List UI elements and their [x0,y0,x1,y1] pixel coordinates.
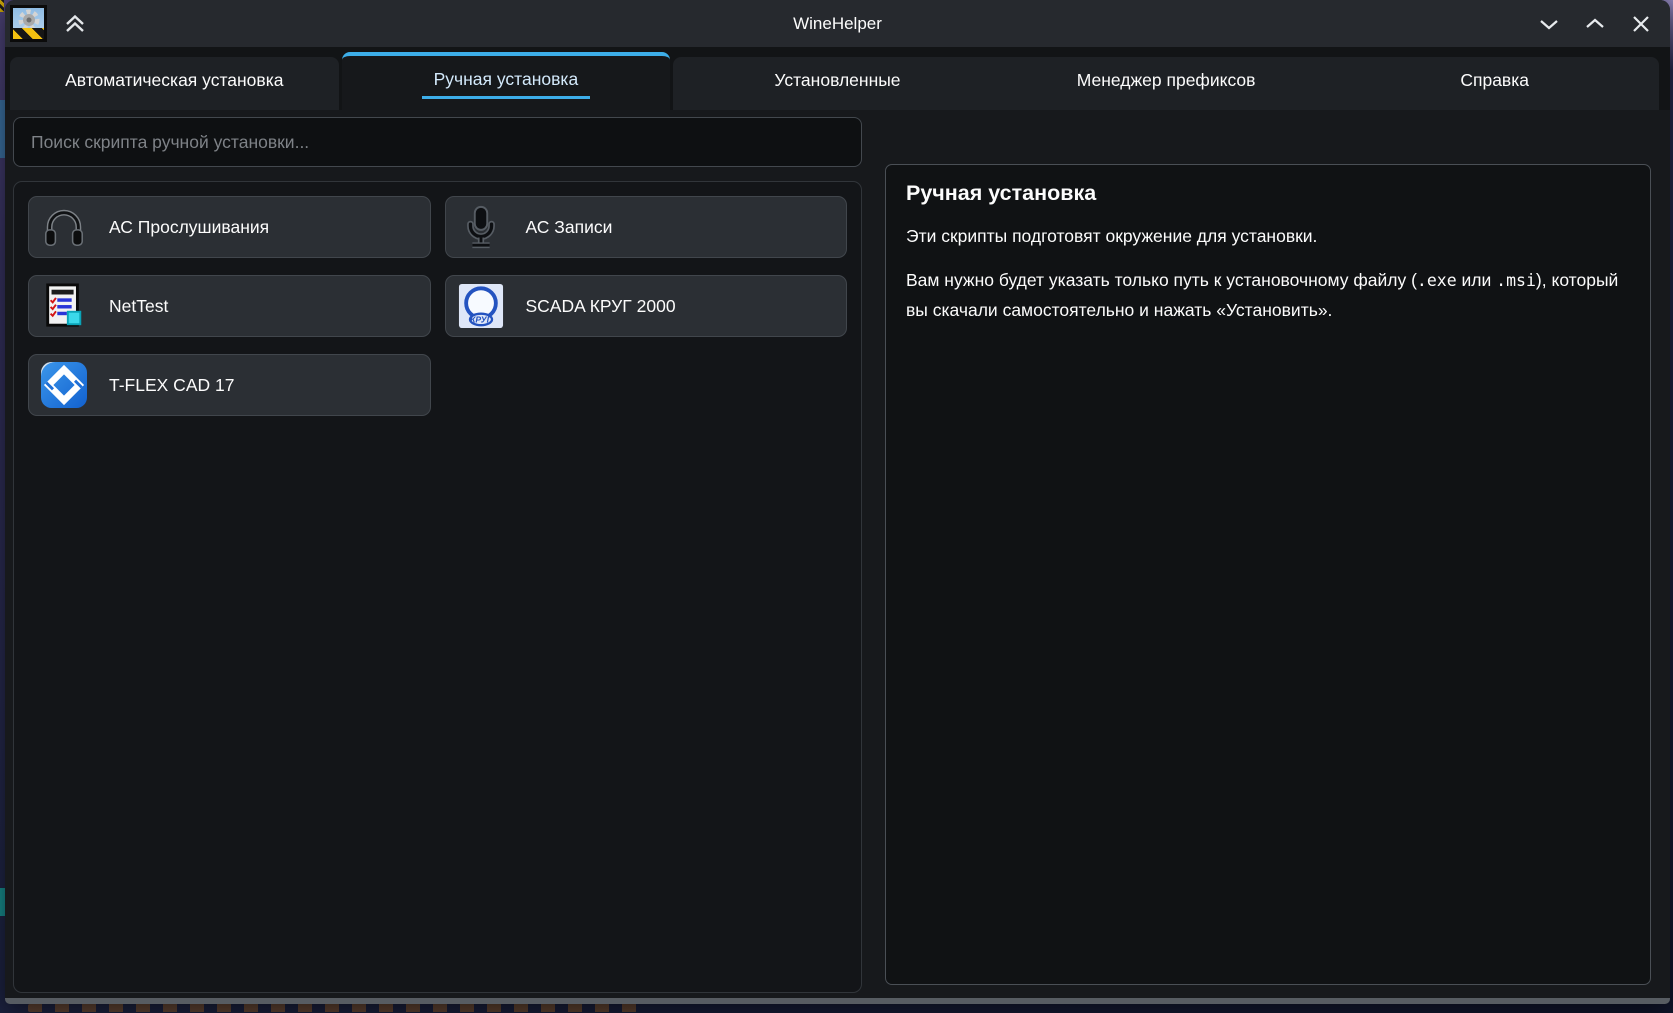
tab-manual-install[interactable]: Ручная установка [342,52,671,110]
hazard-stripes [13,28,44,39]
close-button[interactable] [1630,13,1652,35]
chevron-down-icon [1538,13,1560,35]
search-input[interactable] [13,117,862,167]
document-checklist-icon [41,283,87,329]
keep-above-button[interactable] [62,13,88,35]
tab-bar: Автоматическая установка Ручная установк… [5,47,1670,110]
script-label: NetTest [109,296,168,317]
scripts-panel: АС Прослушивания АС Записи [13,181,862,993]
tab-group: Установленные Менеджер префиксов Справка [673,57,1659,110]
svg-text:КРУГ: КРУГ [470,314,493,324]
winehelper-window: WineHelper Автоматическая установка [5,0,1670,1004]
msi-extension: .msi [1496,271,1536,290]
maximize-button[interactable] [1584,13,1606,35]
script-card-scada-krug[interactable]: КРУГ SCADA КРУГ 2000 [445,275,848,337]
minimize-button[interactable] [1538,13,1560,35]
script-label: АС Записи [526,217,613,238]
desktop-fragment-hazard [0,0,4,12]
script-card-tflex[interactable]: T-FLEX CAD 17 [28,354,431,416]
krug-globe-icon: КРУГ [458,283,504,329]
info-paragraph-2-part2: или [1457,270,1497,290]
script-card-as-proslushivaniya[interactable]: АС Прослушивания [28,196,431,258]
tflex-diamond-icon [41,362,87,408]
script-label: SCADA КРУГ 2000 [526,296,676,317]
tab-installed[interactable]: Установленные [673,57,1002,110]
tab-help[interactable]: Справка [1330,57,1659,110]
close-x-icon [1630,13,1652,35]
exe-extension: .exe [1417,271,1457,290]
tab-prefix-manager[interactable]: Менеджер префиксов [1002,57,1331,110]
info-paragraph-2: Вам нужно будет указать только путь к ус… [906,266,1630,326]
microphone-icon [458,204,504,250]
titlebar: WineHelper [5,0,1670,47]
window-controls [1538,13,1670,35]
chevron-up-icon [1584,13,1606,35]
info-heading: Ручная установка [906,181,1630,206]
script-label: T-FLEX CAD 17 [109,375,234,396]
script-card-nettest[interactable]: NetTest [28,275,431,337]
info-paragraph-1: Эти скрипты подготовят окружение для уст… [906,222,1630,252]
info-panel: Ручная установка Эти скрипты подготовят … [885,164,1651,985]
window-title: WineHelper [5,14,1670,34]
tab-auto-install[interactable]: Автоматическая установка [10,57,339,110]
info-paragraph-2-part1: Вам нужно будет указать только путь к ус… [906,270,1417,290]
double-chevron-up-icon [62,13,88,35]
content-area: АС Прослушивания АС Записи [5,110,1670,998]
script-label: АС Прослушивания [109,217,269,238]
app-icon[interactable] [10,5,47,42]
script-card-as-zapisi[interactable]: АС Записи [445,196,848,258]
desktop-fragment-terminal-text [28,1004,648,1012]
headphones-icon [41,204,87,250]
